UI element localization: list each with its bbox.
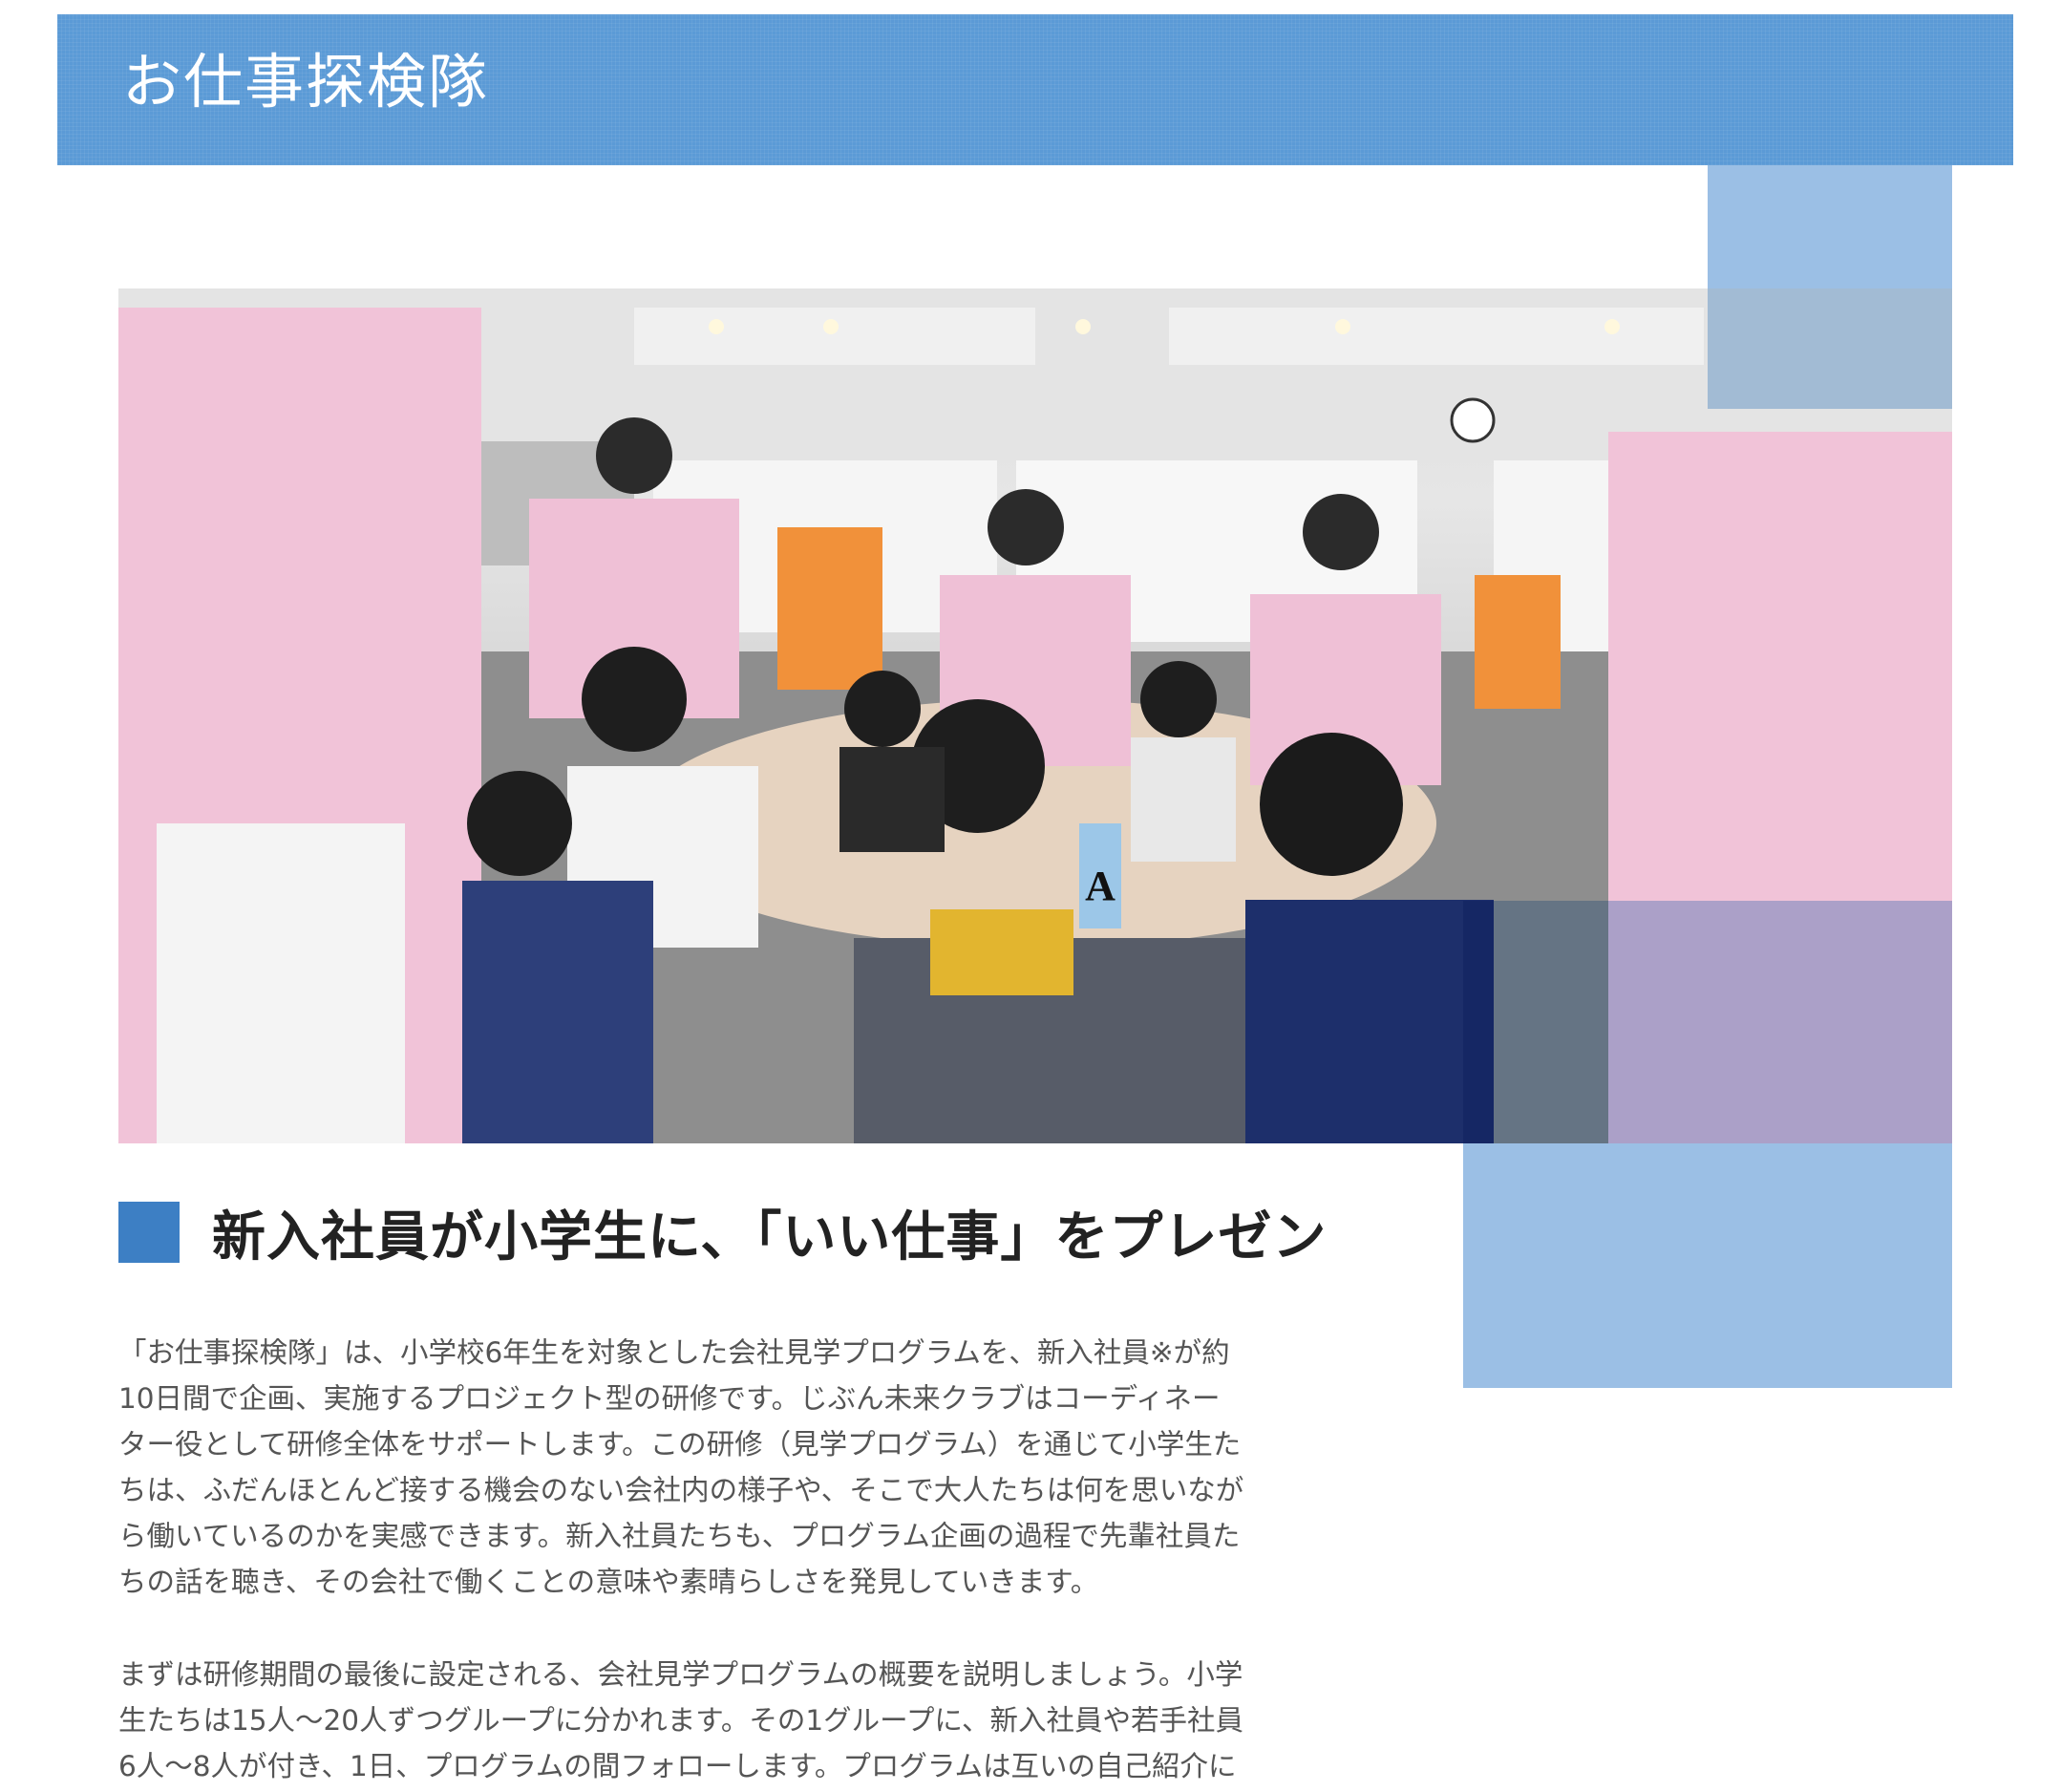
body-paragraph-1: 「お仕事探検隊」は、小学校6年生を対象とした会社見学プログラムを、新入社員※が約… <box>118 1330 1350 1605</box>
paragraph-line: ちの話を聴き、その会社で働くことの意味や素晴らしさを発見していきます。 <box>118 1566 1099 1598</box>
photo-overlay-top <box>1708 288 1952 409</box>
paragraph-line: ら働いているのかを実感できます。新入社員たちも、プログラム企画の過程で先輩社員た <box>118 1520 1241 1552</box>
body-paragraph-2: まずは研修期間の最後に設定される、会社見学プログラムの概要を説明しましょう。小学… <box>118 1652 1350 1789</box>
header-bar: お仕事探検隊 <box>57 14 2013 165</box>
paragraph-line: 10日間で企画、実施するプロジェクト型の研修です。じぶん未来クラブはコーディネー <box>118 1382 1221 1415</box>
paragraph-line: ター役として研修全体をサポートします。この研修（見学プログラム）を通じて小学生た <box>118 1428 1242 1461</box>
paragraph-line: ちは、ふだんほとんど接する機会のない会社内の様子や、そこで大人たちは何を思いなが <box>118 1474 1244 1506</box>
paragraph-line: 「お仕事探検隊」は、小学校6年生を対象とした会社見学プログラムを、新入社員※が約 <box>118 1336 1230 1369</box>
paragraph-line: まずは研修期間の最後に設定される、会社見学プログラムの概要を説明しましょう。小学 <box>118 1658 1243 1691</box>
page: お仕事探検隊 A 新入社員が小学生に、「いい仕事」をプレゼン 「お仕事探検隊」は… <box>0 0 2061 1792</box>
paragraph-line: 6人〜8人が付き、1日、プログラムの間フォローします。プログラムは互いの自己紹介… <box>118 1750 1237 1782</box>
page-title: お仕事探検隊 <box>122 47 490 117</box>
paragraph-line: 生たちは15人〜20人ずつグループに分かれます。その1グループに、新入社員や若手… <box>118 1704 1243 1737</box>
section-heading-text: 新入社員が小学生に、「いい仕事」をプレゼン <box>212 1205 1328 1269</box>
heading-square-icon <box>118 1202 180 1263</box>
table-sign-letter: A <box>1085 863 1115 909</box>
section-heading: 新入社員が小学生に、「いい仕事」をプレゼン <box>118 1199 1327 1269</box>
photo-overlay-bottom <box>1463 901 1952 1143</box>
